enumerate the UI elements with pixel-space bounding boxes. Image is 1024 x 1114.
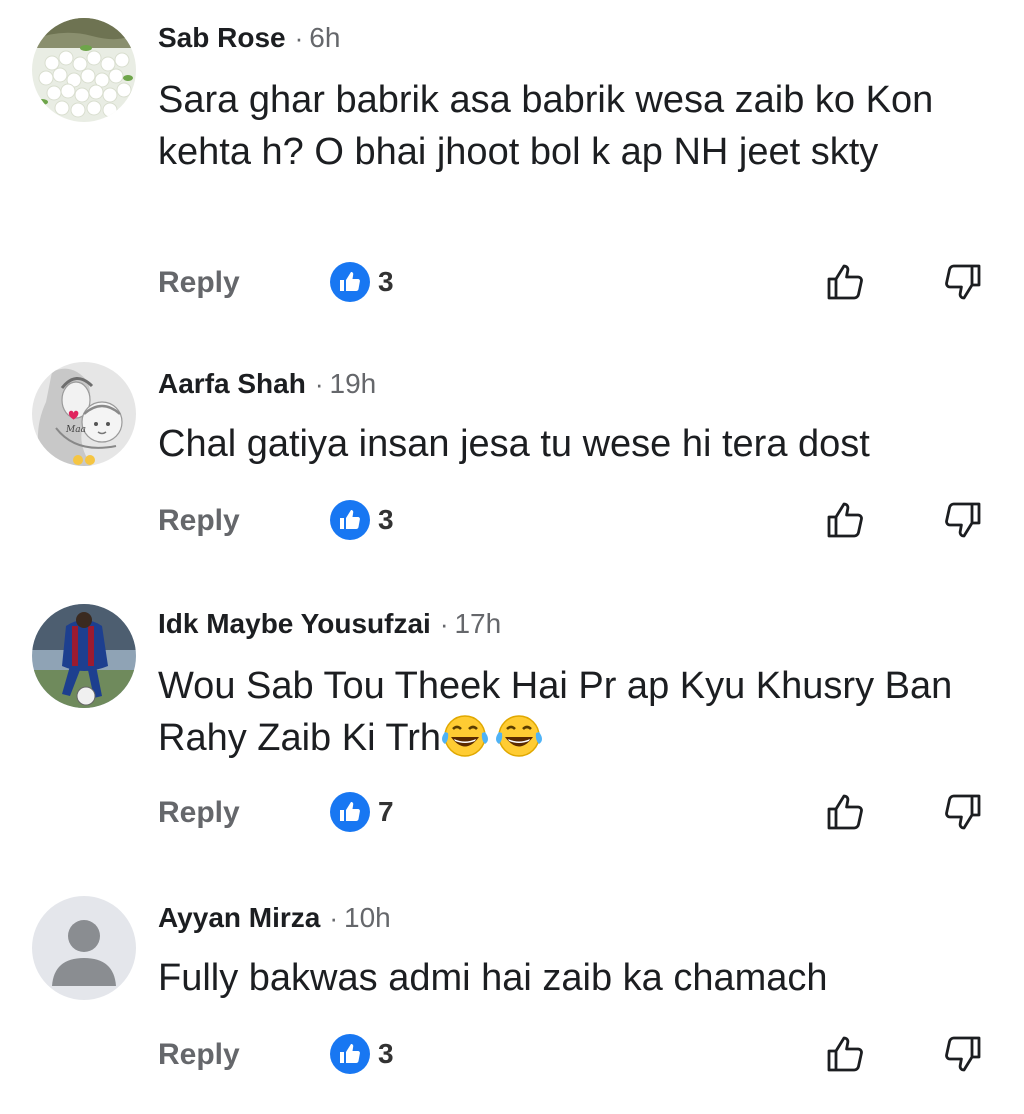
reaction-summary[interactable]: 3 xyxy=(330,262,394,302)
thumb-up-outline-icon[interactable] xyxy=(822,258,870,306)
comment-item: Maa Aarfa Shah · 19h Chal gatiya insan j… xyxy=(0,346,1024,576)
comment-actions: Reply 3 xyxy=(0,496,1024,552)
football-player-avatar-icon xyxy=(32,604,136,708)
comment-text: Chal gatiya insan jesa tu wese hi tera d… xyxy=(158,423,870,465)
author-name[interactable]: Ayyan Mirza xyxy=(158,902,320,934)
separator-dot: · xyxy=(439,608,449,639)
author-name[interactable]: Sab Rose xyxy=(158,22,286,54)
timestamp[interactable]: 19h xyxy=(330,368,377,400)
tears-of-joy-emoji: 😂😂 xyxy=(441,714,545,758)
thumbs-up-icon xyxy=(330,1034,370,1074)
comment-text: Sara ghar babrik asa babrik wesa zaib ko… xyxy=(158,79,934,173)
avatar[interactable] xyxy=(32,896,136,1000)
default-person-avatar-icon xyxy=(32,896,136,1000)
svg-text:Maa: Maa xyxy=(65,425,86,435)
reply-button[interactable]: Reply xyxy=(158,1038,240,1072)
thumbs-up-icon xyxy=(330,792,370,832)
thumbs-up-icon xyxy=(330,500,370,540)
comment-text: Wou Sab Tou Theek Hai Pr ap Kyu Khusry B… xyxy=(158,660,978,764)
comment-text: Fully bakwas admi hai zaib ka chamach xyxy=(158,957,828,999)
avatar[interactable] xyxy=(32,604,136,708)
reaction-summary[interactable]: 3 xyxy=(330,1034,394,1074)
comment-header: Idk Maybe Yousufzai · 17h xyxy=(158,604,501,644)
reply-button[interactable]: Reply xyxy=(158,504,240,538)
separator-dot: · xyxy=(294,22,304,53)
like-count: 7 xyxy=(378,796,394,827)
comment-header: Aarfa Shah · 19h xyxy=(158,364,376,404)
author-name[interactable]: Idk Maybe Yousufzai xyxy=(158,608,431,640)
mother-child-sketch-avatar-icon: Maa xyxy=(32,362,136,466)
reply-button[interactable]: Reply xyxy=(158,796,240,830)
reaction-summary[interactable]: 3 xyxy=(330,500,394,540)
separator-dot: · xyxy=(314,368,324,399)
comment-actions: Reply 7 xyxy=(0,788,1024,844)
comment-header: Sab Rose · 6h xyxy=(158,18,340,58)
thumb-up-outline-icon[interactable] xyxy=(822,788,870,836)
reply-button[interactable]: Reply xyxy=(158,266,240,300)
comment-actions: Reply 3 xyxy=(0,258,1024,314)
flower-photo-avatar-icon xyxy=(32,18,136,122)
thumb-down-outline-icon[interactable] xyxy=(938,258,986,306)
thumb-down-outline-icon[interactable] xyxy=(938,496,986,544)
thumb-down-outline-icon[interactable] xyxy=(938,788,986,836)
comment-item: Idk Maybe Yousufzai · 17h Wou Sab Tou Th… xyxy=(0,586,1024,876)
avatar[interactable] xyxy=(32,18,136,122)
comment-actions: Reply 3 xyxy=(0,1030,1024,1086)
thumbs-up-icon xyxy=(330,262,370,302)
timestamp[interactable]: 6h xyxy=(309,22,340,54)
reaction-summary[interactable]: 7 xyxy=(330,792,394,832)
timestamp[interactable]: 10h xyxy=(344,902,391,934)
thumb-down-outline-icon[interactable] xyxy=(938,1030,986,1078)
comment-text-body: Wou Sab Tou Theek Hai Pr ap Kyu Khusry B… xyxy=(158,665,953,759)
comment-item: Ayyan Mirza · 10h Fully bakwas admi hai … xyxy=(0,880,1024,1114)
comment-item: Sab Rose · 6h Sara ghar babrik asa babri… xyxy=(0,0,1024,330)
separator-dot: · xyxy=(329,902,339,933)
author-name[interactable]: Aarfa Shah xyxy=(158,368,306,400)
timestamp[interactable]: 17h xyxy=(454,608,501,640)
like-count: 3 xyxy=(378,504,394,535)
avatar[interactable]: Maa xyxy=(32,362,136,466)
thumb-up-outline-icon[interactable] xyxy=(822,1030,870,1078)
thumb-up-outline-icon[interactable] xyxy=(822,496,870,544)
like-count: 3 xyxy=(378,266,394,297)
like-count: 3 xyxy=(378,1038,394,1069)
comment-header: Ayyan Mirza · 10h xyxy=(158,898,391,938)
